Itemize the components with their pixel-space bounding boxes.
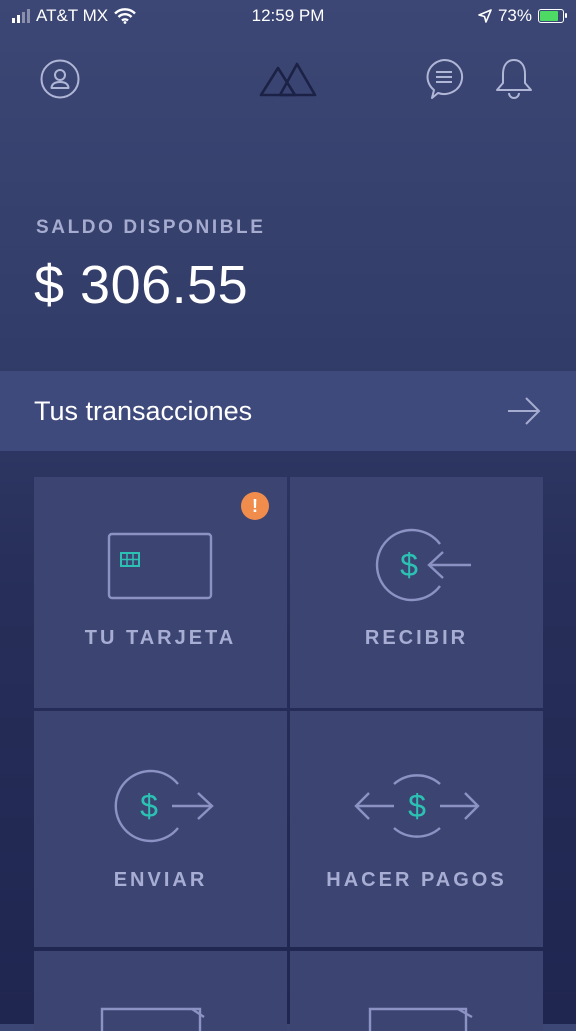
more-tile-left[interactable]: [34, 951, 287, 1031]
chat-bubble-icon[interactable]: [424, 58, 464, 100]
transactions-label: Tus transacciones: [34, 395, 253, 426]
arrow-right-icon: [508, 397, 541, 425]
status-bar: AT&T MX 12:59 PM 73%: [0, 0, 576, 32]
balance-amount: $ 306.55: [34, 255, 249, 315]
user-circle-icon[interactable]: [40, 59, 80, 99]
send-dollar-symbol: $: [140, 788, 158, 824]
mountains-logo-icon: [259, 62, 317, 97]
make-payments-icon: $: [354, 774, 480, 838]
location-arrow-icon: [478, 9, 492, 23]
bell-icon[interactable]: [493, 56, 535, 100]
pay-tile[interactable]: $ HACER PAGOS: [290, 711, 543, 947]
partial-tile-icon: [368, 1007, 473, 1031]
more-tile-right[interactable]: [290, 951, 543, 1031]
battery-percent: 73%: [497, 6, 532, 25]
status-right: 73%: [478, 6, 567, 26]
credit-card-icon: [107, 532, 213, 600]
balance-label: SALDO DISPONIBLE: [36, 217, 266, 238]
battery-icon: [538, 9, 567, 23]
card-tile[interactable]: ! TU TARJETA: [34, 477, 287, 708]
receive-money-icon: $: [375, 528, 471, 602]
pay-dollar-symbol: $: [408, 788, 426, 824]
card-label: TU TARJETA: [84, 627, 237, 649]
send-label: ENVIAR: [113, 869, 208, 891]
receive-label: RECIBIR: [364, 627, 469, 649]
transactions-row[interactable]: Tus transacciones: [0, 371, 576, 451]
pay-label: HACER PAGOS: [326, 869, 507, 891]
receive-dollar-symbol: $: [400, 547, 418, 583]
send-tile[interactable]: $ ENVIAR: [34, 711, 287, 947]
send-money-icon: $: [114, 769, 214, 843]
receive-tile[interactable]: $ RECIBIR: [290, 477, 543, 708]
partial-tile-icon: [100, 1007, 205, 1031]
battery-fill: [540, 11, 558, 21]
alert-badge: !: [241, 492, 269, 520]
